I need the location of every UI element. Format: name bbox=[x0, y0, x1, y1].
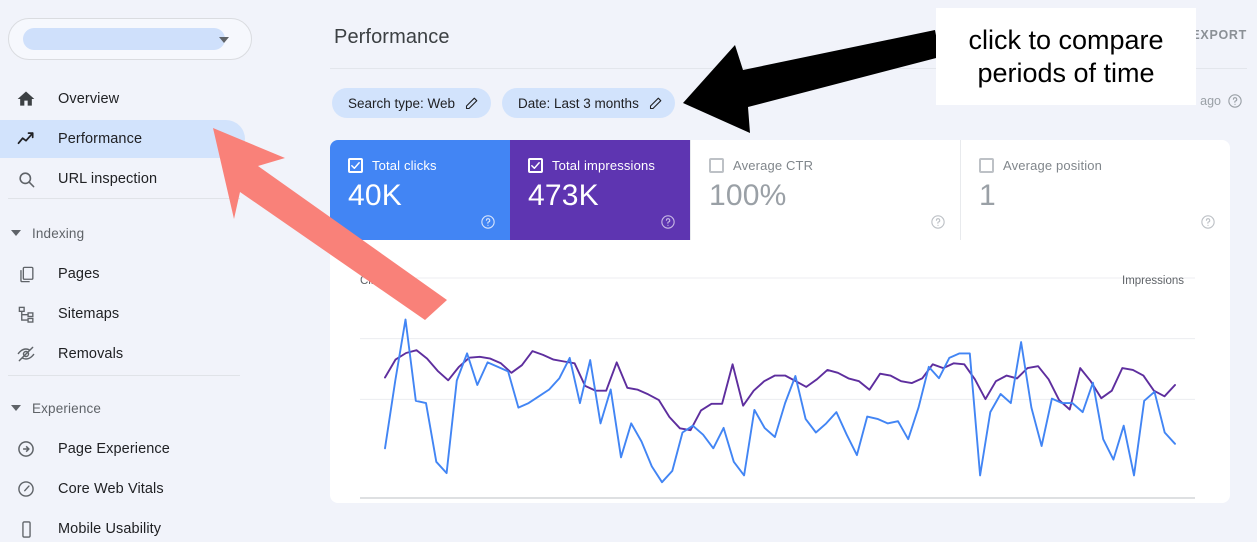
sidebar-item-removals[interactable]: Removals bbox=[0, 335, 245, 373]
sidebar-item-label: Pages bbox=[58, 266, 100, 282]
metric-value: 100% bbox=[709, 179, 787, 212]
annotation-text-line-2: periods of time bbox=[977, 57, 1155, 88]
pencil-icon bbox=[648, 96, 663, 111]
chart-y-axis-left-label: Clicks bbox=[360, 275, 391, 287]
metric-card-average-position[interactable]: Average position 1 bbox=[960, 140, 1230, 240]
sidebar-section-label: Indexing bbox=[32, 225, 85, 241]
metric-label: Total clicks bbox=[372, 158, 437, 173]
checkbox-total-impressions[interactable] bbox=[528, 158, 543, 173]
annotation-text-line-1: click to compare bbox=[968, 24, 1164, 55]
sidebar-item-mobile-usability[interactable]: Mobile Usability bbox=[0, 510, 245, 542]
chart-y-axis-right-label: Impressions bbox=[1122, 275, 1184, 287]
metric-card-total-clicks[interactable]: Total clicks 40K bbox=[330, 140, 510, 240]
sitemap-icon bbox=[14, 302, 38, 326]
new-filter-button[interactable]: New bbox=[720, 92, 748, 107]
page-title: Performance bbox=[334, 26, 450, 48]
eye-off-icon bbox=[14, 342, 38, 366]
filter-chip-date[interactable]: Date: Last 3 months bbox=[502, 88, 675, 118]
sidebar-item-label: Performance bbox=[58, 131, 143, 147]
export-button[interactable]: EXPORT bbox=[1191, 28, 1247, 42]
pencil-icon bbox=[464, 96, 479, 111]
pages-icon bbox=[14, 262, 38, 286]
help-circle-icon[interactable] bbox=[1200, 214, 1216, 230]
filter-chip-search-type[interactable]: Search type: Web bbox=[332, 88, 492, 118]
checkbox-total-clicks[interactable] bbox=[348, 158, 363, 173]
filter-chip-label: Date: Last 3 months bbox=[518, 95, 639, 111]
sidebar-item-label: Removals bbox=[58, 346, 124, 362]
chart-canvas bbox=[360, 277, 1195, 499]
page-experience-icon bbox=[14, 437, 38, 461]
metric-card-total-impressions[interactable]: Total impressions 473K bbox=[510, 140, 690, 240]
property-selector[interactable] bbox=[8, 18, 252, 60]
chevron-down-icon bbox=[11, 230, 21, 236]
property-name-redacted bbox=[23, 28, 225, 50]
metric-value: 1 bbox=[979, 179, 996, 212]
metric-label: Average position bbox=[1003, 158, 1103, 173]
search-icon bbox=[14, 167, 38, 191]
sidebar-item-performance[interactable]: Performance bbox=[0, 120, 245, 158]
metric-cards: Total clicks 40K Total impressions 473K … bbox=[330, 140, 1230, 240]
last-updated-label: ago bbox=[1200, 94, 1221, 108]
sidebar-item-label: Overview bbox=[58, 91, 120, 107]
filter-chip-label: Search type: Web bbox=[348, 95, 456, 111]
metric-value: 473K bbox=[528, 179, 599, 212]
sidebar-item-pages[interactable]: Pages bbox=[0, 255, 245, 293]
metric-value: 40K bbox=[348, 179, 402, 212]
sidebar-divider bbox=[8, 375, 240, 376]
performance-chart[interactable]: Clicks Impressions 0 0 11/27/22 12/9/22 … bbox=[330, 240, 1230, 503]
metric-header: Average CTR bbox=[709, 158, 960, 173]
search-console-window: Overview Performance URL inspection Inde… bbox=[0, 0, 1257, 542]
trending-up-icon bbox=[14, 127, 38, 151]
sidebar-item-label: Core Web Vitals bbox=[58, 481, 164, 497]
sidebar-item-sitemaps[interactable]: Sitemaps bbox=[0, 295, 245, 333]
home-icon bbox=[14, 87, 38, 111]
metric-card-average-ctr[interactable]: Average CTR 100% bbox=[690, 140, 960, 240]
sidebar-section-experience[interactable]: Experience bbox=[0, 397, 101, 419]
performance-panel: Total clicks 40K Total impressions 473K … bbox=[330, 140, 1230, 503]
metric-header: Total impressions bbox=[528, 158, 690, 173]
speedometer-icon bbox=[14, 477, 38, 501]
sidebar-section-indexing[interactable]: Indexing bbox=[0, 222, 84, 244]
sidebar-item-core-web-vitals[interactable]: Core Web Vitals bbox=[0, 470, 245, 508]
help-circle-icon[interactable] bbox=[930, 214, 946, 230]
metric-header: Total clicks bbox=[348, 158, 510, 173]
sidebar-item-label: Sitemaps bbox=[58, 306, 120, 322]
help-circle-icon[interactable] bbox=[480, 214, 496, 230]
mobile-icon bbox=[14, 517, 38, 541]
sidebar-section-label: Experience bbox=[32, 400, 102, 416]
sidebar: Overview Performance URL inspection Inde… bbox=[0, 0, 320, 542]
checkbox-average-ctr[interactable] bbox=[709, 158, 724, 173]
sidebar-item-page-experience[interactable]: Page Experience bbox=[0, 430, 245, 468]
sidebar-item-label: Page Experience bbox=[58, 441, 170, 457]
help-circle-icon[interactable] bbox=[1227, 93, 1243, 109]
help-circle-icon[interactable] bbox=[660, 214, 676, 230]
checkbox-average-position[interactable] bbox=[979, 158, 994, 173]
sidebar-item-label: Mobile Usability bbox=[58, 521, 162, 537]
metric-label: Average CTR bbox=[733, 158, 814, 173]
metric-label: Total impressions bbox=[552, 158, 655, 173]
chevron-down-icon bbox=[11, 405, 21, 411]
sidebar-item-url-inspection[interactable]: URL inspection bbox=[0, 160, 245, 198]
chevron-down-icon bbox=[219, 37, 229, 43]
sidebar-divider bbox=[8, 198, 240, 199]
annotation-callout-compare: click to compare periods of time bbox=[936, 8, 1196, 105]
sidebar-item-overview[interactable]: Overview bbox=[0, 80, 245, 118]
sidebar-item-label: URL inspection bbox=[58, 171, 158, 187]
metric-header: Average position bbox=[979, 158, 1230, 173]
